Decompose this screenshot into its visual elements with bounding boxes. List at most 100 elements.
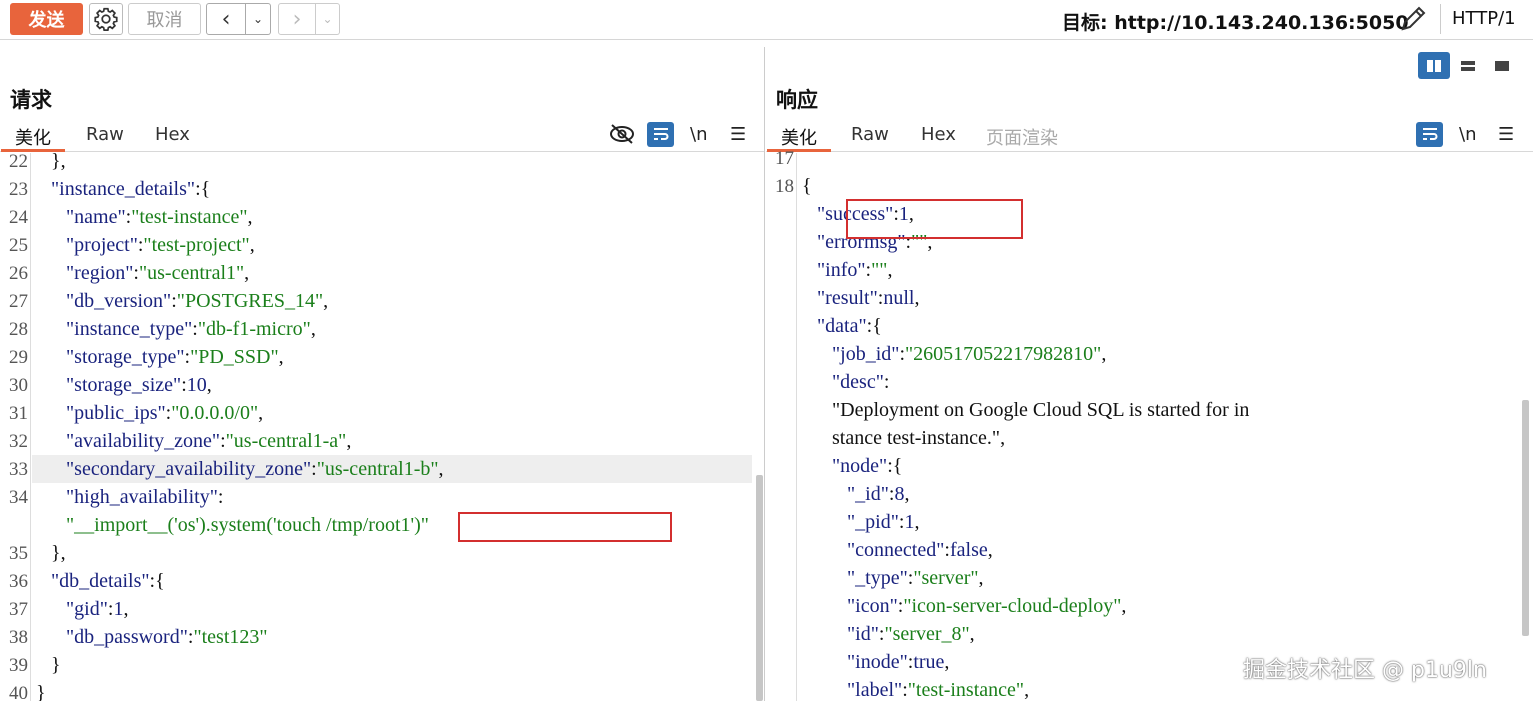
tab-raw[interactable]: Raw (86, 124, 124, 145)
line-number: 34 (9, 487, 28, 508)
layout-single-button[interactable] (1486, 52, 1518, 79)
code-line: "label":"test-instance", (847, 679, 1030, 701)
chevron-left-icon: ‹ (221, 6, 231, 32)
request-scrollbar[interactable] (756, 475, 763, 701)
request-tabs: 美化 Raw Hex \n ☰ (0, 119, 764, 152)
chevron-down-icon: ⌄ (322, 12, 333, 26)
columns-icon (1427, 59, 1441, 72)
line-number: 39 (9, 655, 28, 676)
layout-rows-button[interactable] (1452, 52, 1484, 79)
hide-toggle[interactable] (608, 121, 636, 147)
menu-button[interactable]: ☰ (730, 121, 746, 147)
target-label: 目标: http://10.143.240.136:5050 (1062, 12, 1409, 34)
code-line: stance test-instance.", (802, 427, 1006, 449)
line-number: 32 (9, 431, 28, 452)
protocol-selector[interactable]: HTTP/1 (1452, 8, 1516, 29)
line-number: 18 (775, 176, 794, 197)
edit-target-button[interactable] (1397, 4, 1429, 34)
menu-icon: ☰ (1498, 123, 1515, 145)
code-line: "region":"us-central1", (66, 262, 250, 284)
response-editor[interactable]: 17 18{ "success":1, "errormsg":"", "info"… (766, 148, 1533, 701)
code-line: "_pid":1, (847, 511, 920, 533)
line-number: 29 (9, 347, 28, 368)
send-button[interactable]: 发送 (10, 3, 83, 35)
response-tabs: 美化 Raw Hex 页面渲染 \n ☰ (766, 119, 1533, 152)
back-history-dropdown[interactable]: ⌄ (246, 3, 271, 35)
newline-toggle[interactable]: \n (1459, 121, 1476, 147)
layout-switcher (1418, 52, 1522, 79)
code-line: "storage_size":10, (66, 374, 212, 396)
wrap-toggle[interactable] (1416, 121, 1443, 147)
tab-pretty[interactable]: 美化 (767, 124, 831, 152)
code-line: "_type":"server", (847, 567, 984, 589)
code-line: "availability_zone":"us-central1-a", (66, 430, 352, 452)
line-number: 36 (9, 571, 28, 592)
cancel-button[interactable]: 取消 (128, 3, 201, 35)
code-line: "storage_type":"PD_SSD", (66, 346, 284, 368)
code-line: } (36, 654, 61, 676)
newline-toggle[interactable]: \n (690, 121, 707, 147)
line-number: 27 (9, 291, 28, 312)
tab-raw[interactable]: Raw (851, 124, 889, 145)
line-number: 28 (9, 319, 28, 340)
code-line: "gid":1, (66, 598, 129, 620)
response-scrollbar[interactable] (1522, 400, 1529, 636)
code-line: "db_password":"test123" (66, 626, 268, 648)
line-number: 33 (9, 459, 28, 480)
toolbar-divider (1440, 4, 1441, 34)
rows-icon (1461, 60, 1475, 71)
line-gutter (766, 153, 797, 701)
code-line: "__import__('os').system('touch /tmp/roo… (66, 514, 429, 536)
code-line: "inode":true, (847, 651, 950, 673)
line-number: 23 (9, 179, 28, 200)
line-number: 40 (9, 683, 28, 701)
gear-icon (94, 7, 118, 32)
newline-icon: \n (1459, 123, 1477, 145)
newline-icon: \n (690, 123, 708, 145)
code-line: "public_ips":"0.0.0.0/0", (66, 402, 264, 424)
chevron-right-icon: › (292, 6, 302, 32)
code-line: "secondary_availability_zone":"us-centra… (66, 458, 444, 480)
code-line: "data":{ (817, 315, 882, 337)
wrap-toggle[interactable] (647, 121, 674, 147)
code-line: "Deployment on Google Cloud SQL is start… (802, 399, 1250, 421)
forward-history-dropdown[interactable]: ⌄ (316, 3, 340, 35)
request-pane: 请求 美化 Raw Hex \n ☰ 22 }, 23 "instance_det… (0, 47, 765, 701)
tab-render[interactable]: 页面渲染 (986, 124, 1058, 150)
tab-hex[interactable]: Hex (155, 124, 190, 145)
response-pane: 响应 美化 Raw Hex 页面渲染 \n ☰ 17 18{ "success":… (766, 47, 1533, 701)
code-line: } (36, 682, 46, 701)
code-line: "instance_type":"db-f1-micro", (66, 318, 316, 340)
code-line: }, (36, 542, 66, 564)
code-line: "job_id":"260517052217982810", (832, 343, 1107, 365)
tab-hex[interactable]: Hex (921, 124, 956, 145)
line-number: 22 (9, 151, 28, 172)
menu-button[interactable]: ☰ (1498, 121, 1514, 147)
forward-button[interactable]: › (278, 3, 316, 35)
toolbar: 发送 取消 ‹ ⌄ › ⌄ 目标: http://10.143.240.136:… (0, 0, 1533, 40)
code-line: "db_details":{ (51, 570, 165, 592)
code-line: "id":"server_8", (847, 623, 975, 645)
response-title: 响应 (776, 88, 818, 112)
highlight-box-payload (458, 512, 672, 542)
code-line: "instance_details":{ (51, 178, 211, 200)
highlight-box-success (846, 199, 1023, 239)
line-number: 35 (9, 543, 28, 564)
back-button[interactable]: ‹ (206, 3, 246, 35)
wrap-icon (653, 128, 668, 140)
settings-button[interactable] (89, 3, 123, 35)
code-line: "db_version":"POSTGRES_14", (66, 290, 329, 312)
wrap-icon (1422, 128, 1437, 140)
code-line: }, (36, 150, 66, 172)
code-line: "node":{ (832, 455, 903, 477)
code-line: "desc": (832, 371, 890, 393)
layout-split-button[interactable] (1418, 52, 1450, 79)
code-line: "info":"", (817, 259, 893, 281)
code-line: "result":null, (817, 287, 920, 309)
menu-icon: ☰ (730, 123, 747, 145)
request-editor[interactable]: 22 }, 23 "instance_details":{24 "name":"t… (0, 150, 764, 701)
line-number: 25 (9, 235, 28, 256)
line-number: 17 (775, 148, 794, 169)
eye-off-icon (610, 124, 634, 144)
code-line: "_id":8, (847, 483, 910, 505)
